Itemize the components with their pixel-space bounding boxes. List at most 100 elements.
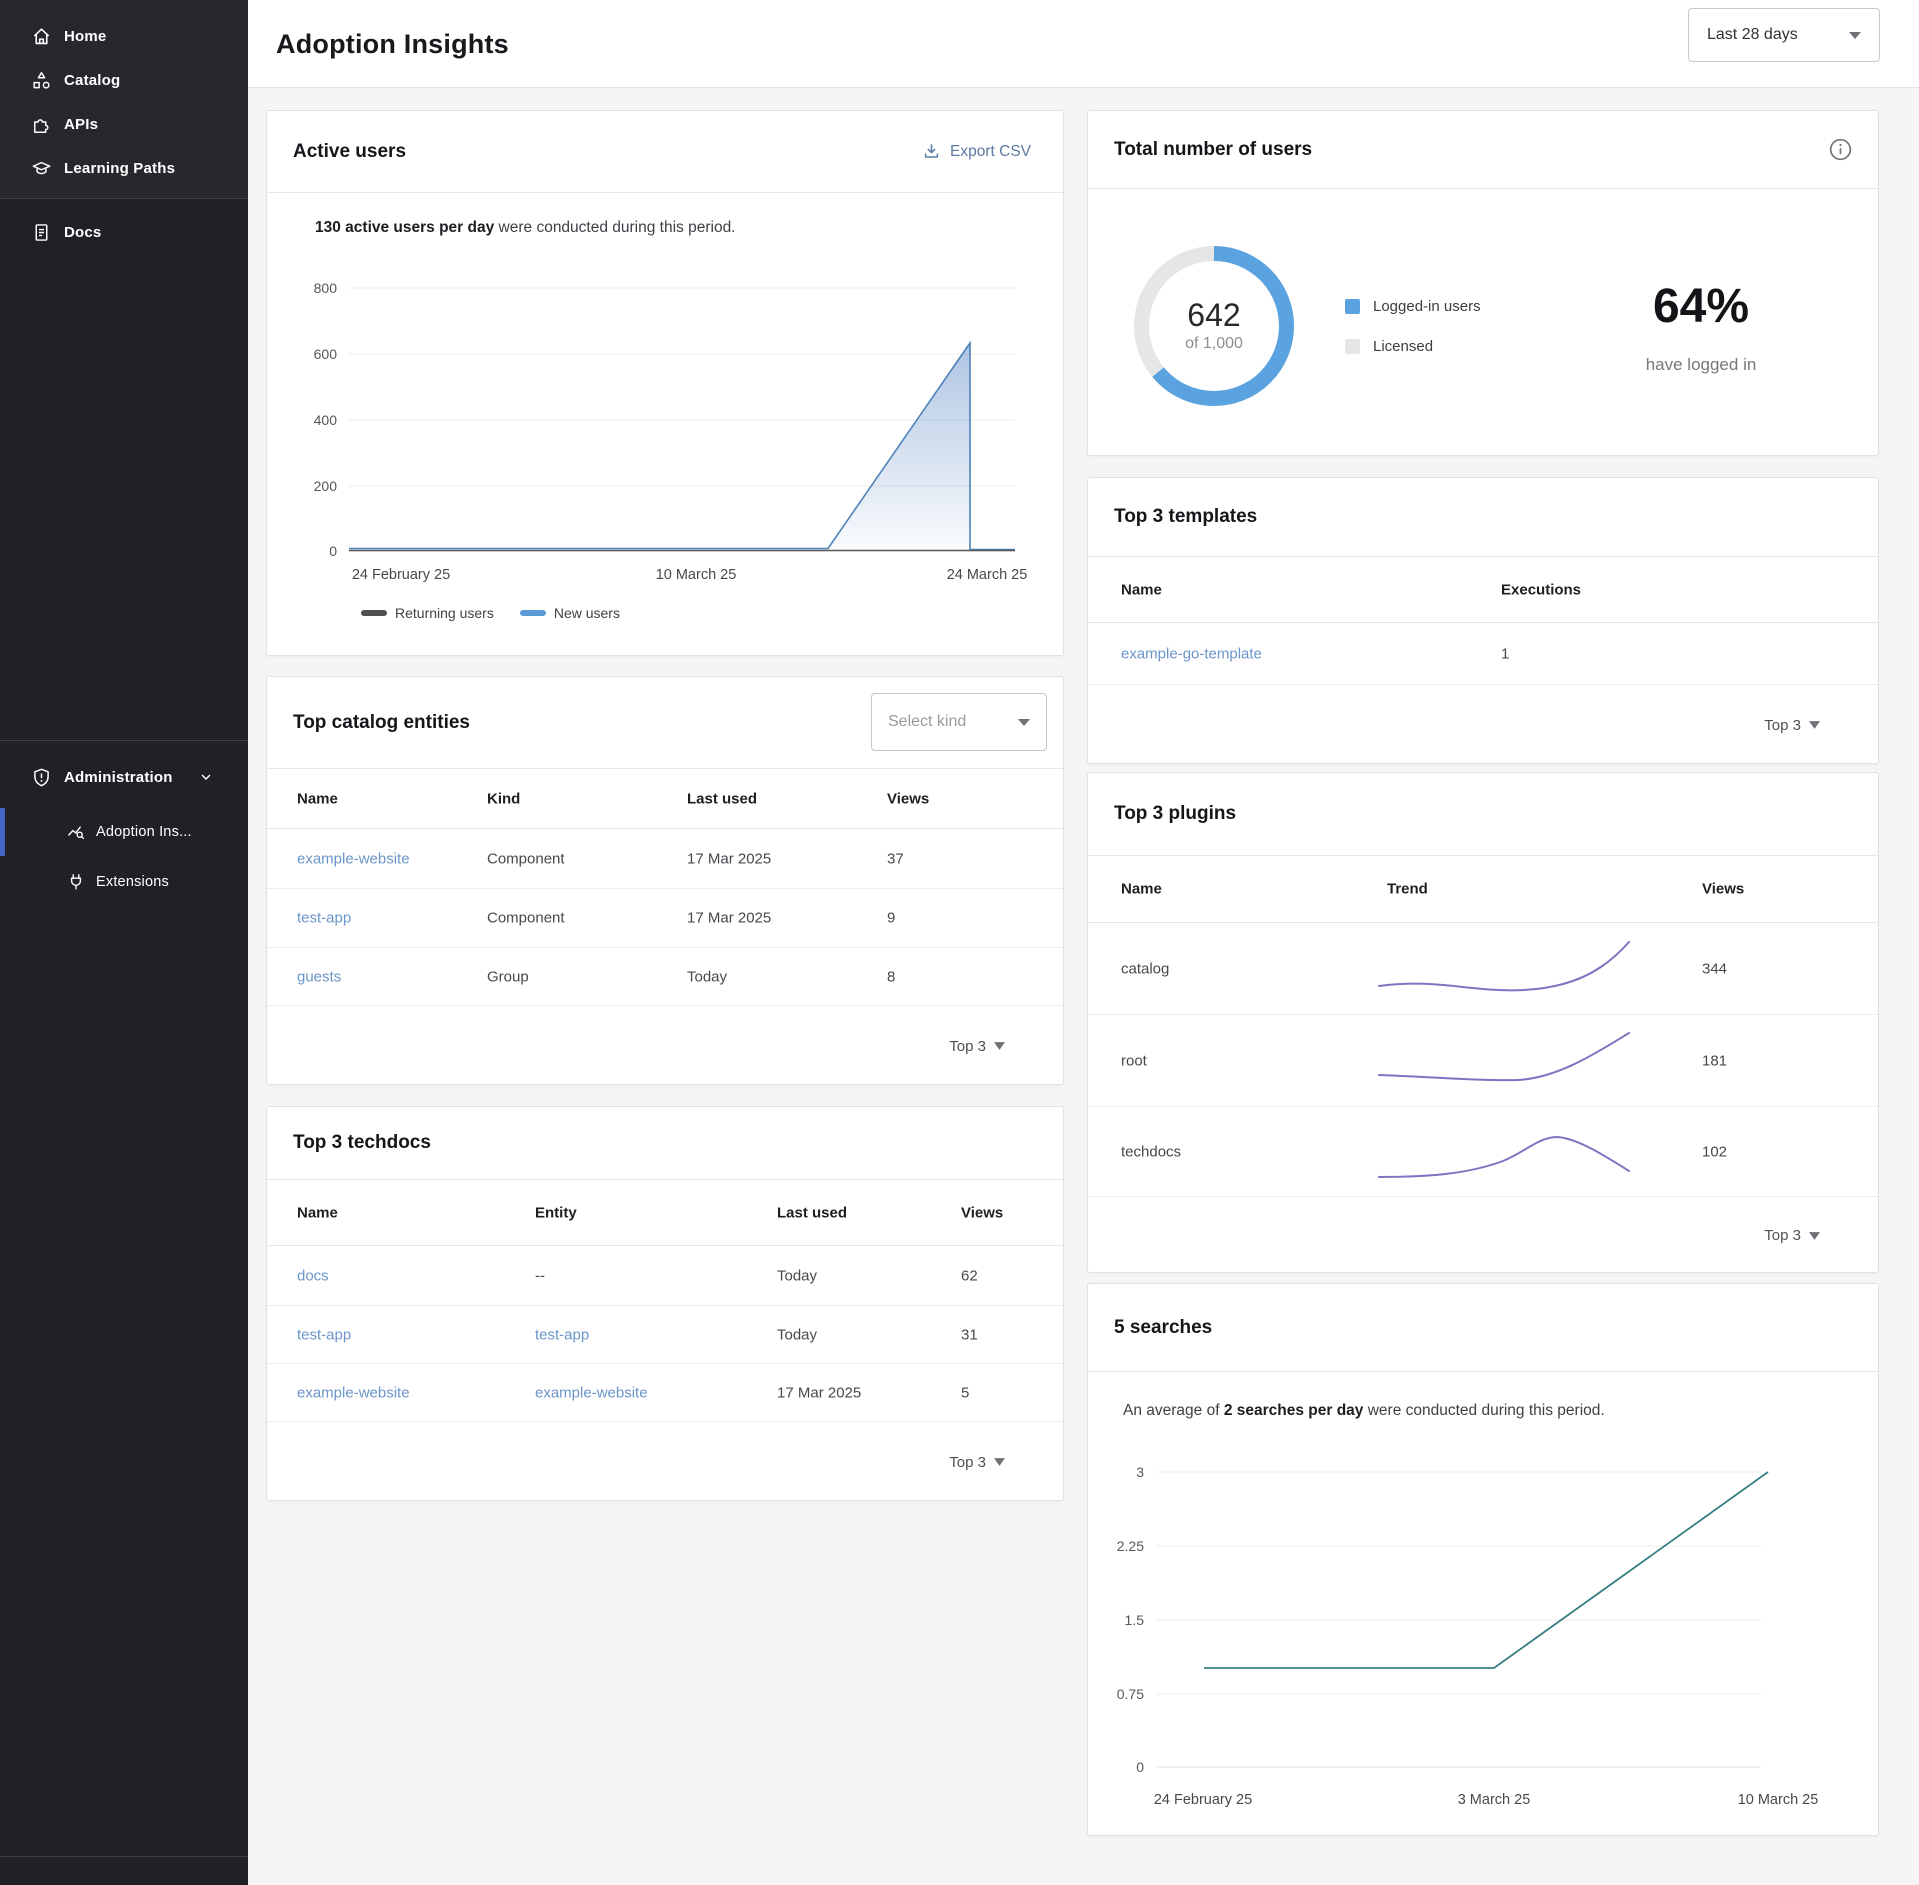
x-tick: 24 March 25 (947, 567, 1028, 583)
techdocs-sparkline (1373, 1117, 1635, 1187)
table-row: root 181 (1088, 1015, 1878, 1107)
export-csv-label: Export CSV (950, 143, 1031, 161)
column-header-last-used: Last used (777, 1204, 847, 1221)
active-item-indicator (0, 808, 5, 856)
sidebar-item-learning-paths[interactable]: Learning Paths (0, 146, 248, 190)
legend-licensed: Licensed (1345, 338, 1433, 355)
sidebar-item-adoption-insights[interactable]: Adoption Ins... (0, 808, 248, 856)
top-n-label: Top 3 (949, 1038, 986, 1055)
table-row: example-go-template 1 (1088, 623, 1878, 685)
entity-link[interactable]: guests (297, 968, 341, 985)
table-header: Name Entity Last used Views (267, 1180, 1063, 1246)
export-csv-button[interactable]: Export CSV (916, 141, 1037, 162)
info-icon[interactable] (1829, 138, 1852, 161)
summary-rest: were conducted during this period. (494, 219, 735, 236)
sidebar-item-label: Docs (64, 224, 101, 241)
chevron-down-icon (198, 769, 214, 785)
sidebar-item-home[interactable]: Home (0, 14, 248, 58)
column-header-name: Name (1121, 881, 1162, 898)
top-n-label: Top 3 (1764, 717, 1801, 734)
cell-plugin-name: catalog (1121, 960, 1169, 977)
sidebar-item-apis[interactable]: APIs (0, 102, 248, 146)
x-tick: 3 March 25 (1458, 1792, 1531, 1808)
kind-select[interactable]: Select kind (871, 693, 1047, 751)
caret-down-icon (1018, 719, 1030, 726)
cell-views: 5 (961, 1384, 969, 1401)
cell-views: 102 (1702, 1143, 1727, 1160)
cell-last-used: 17 Mar 2025 (687, 910, 771, 927)
x-tick: 10 March 25 (1738, 1792, 1819, 1808)
column-header-entity: Entity (535, 1204, 577, 1221)
total-users-card: Total number of users 642 of 1,000 Logge… (1087, 110, 1879, 456)
card-title: Top 3 techdocs (293, 1132, 431, 1154)
card-title: Active users (293, 141, 406, 163)
donut-value: 642 (1187, 299, 1240, 333)
sidebar-item-label: Extensions (96, 874, 169, 890)
plug-icon (66, 872, 86, 892)
active-users-chart: 800 600 400 200 0 24 February 25 10 Marc… (267, 261, 1065, 591)
cell-views: 181 (1702, 1052, 1727, 1069)
top-n-selector[interactable]: Top 3 (943, 1037, 1011, 1056)
techdoc-link[interactable]: docs (297, 1267, 329, 1284)
sidebar-item-extensions[interactable]: Extensions (0, 860, 248, 904)
entity-link[interactable]: example-website (297, 850, 410, 867)
sidebar-item-label: Learning Paths (64, 160, 175, 177)
users-donut-chart: 642 of 1,000 (1134, 246, 1294, 406)
entity-link[interactable]: example-website (535, 1384, 648, 1401)
card-title: 5 searches (1114, 1317, 1212, 1339)
top-n-selector[interactable]: Top 3 (943, 1453, 1011, 1472)
date-range-value: Last 28 days (1707, 26, 1798, 44)
docs-icon (30, 221, 52, 243)
sidebar-divider (0, 1856, 248, 1857)
x-tick: 10 March 25 (656, 567, 737, 583)
download-icon (922, 142, 941, 161)
cell-entity: -- (535, 1267, 545, 1284)
table-footer: Top 3 (267, 1006, 1063, 1086)
top-plugins-card: Top 3 plugins Name Trend Views catalog 3… (1087, 772, 1879, 1273)
sidebar-item-docs[interactable]: Docs (0, 210, 248, 254)
top-n-selector[interactable]: Top 3 (1758, 716, 1826, 735)
table-footer: Top 3 (1088, 685, 1878, 765)
summary-prefix: An average of (1123, 1402, 1224, 1419)
table-row: example-website example-website 17 Mar 2… (267, 1364, 1063, 1422)
table-row: example-website Component 17 Mar 2025 37 (267, 829, 1063, 889)
entity-link[interactable]: test-app (535, 1326, 589, 1343)
legend-new-users: New users (520, 605, 620, 621)
techdoc-link[interactable]: example-website (297, 1384, 410, 1401)
sidebar: Home Catalog APIs Learning Paths D (0, 0, 248, 1885)
caret-down-icon (994, 1042, 1005, 1050)
column-header-name: Name (1121, 581, 1162, 598)
sidebar-item-label: Administration (64, 769, 173, 786)
top-n-label: Top 3 (1764, 1227, 1801, 1244)
caret-down-icon (1849, 32, 1861, 39)
date-range-select[interactable]: Last 28 days (1688, 8, 1880, 62)
sidebar-item-catalog[interactable]: Catalog (0, 58, 248, 102)
cell-views: 9 (887, 910, 895, 927)
template-link[interactable]: example-go-template (1121, 645, 1262, 662)
x-tick: 24 February 25 (352, 567, 450, 583)
api-icon (30, 113, 52, 135)
top-n-label: Top 3 (949, 1454, 986, 1471)
column-header-executions: Executions (1501, 581, 1581, 598)
techdoc-link[interactable]: test-app (297, 1326, 351, 1343)
sidebar-item-administration[interactable]: Administration (0, 755, 248, 799)
sidebar-item-label: APIs (64, 116, 98, 133)
root-sparkline (1373, 1026, 1635, 1096)
summary-bold: 130 active users per day (315, 219, 494, 236)
top-n-selector[interactable]: Top 3 (1758, 1226, 1826, 1245)
cell-views: 344 (1702, 960, 1727, 977)
top-templates-card: Top 3 templates Name Executions example-… (1087, 477, 1879, 764)
column-header-name: Name (297, 790, 338, 807)
entity-link[interactable]: test-app (297, 910, 351, 927)
cell-views: 37 (887, 850, 904, 867)
kind-select-placeholder: Select kind (888, 713, 966, 731)
y-tick: 2.25 (1117, 1538, 1144, 1554)
legend-label: Logged-in users (1373, 298, 1481, 315)
cell-plugin-name: techdocs (1121, 1143, 1181, 1160)
sidebar-divider (0, 198, 248, 199)
y-tick: 1.5 (1125, 1612, 1145, 1628)
y-tick: 0 (329, 543, 337, 559)
column-header-kind: Kind (487, 790, 520, 807)
table-footer: Top 3 (1088, 1197, 1878, 1274)
new-users-swatch (520, 610, 546, 616)
